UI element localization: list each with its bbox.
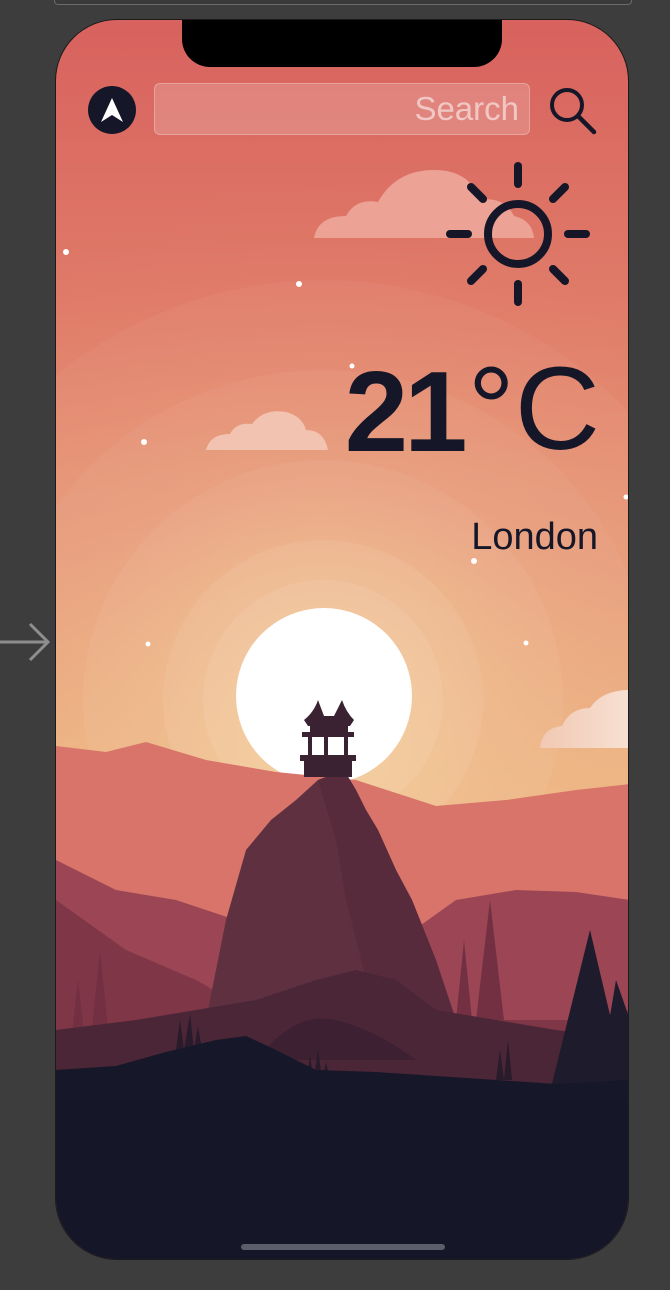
phone-screen: 21 °C London xyxy=(55,19,629,1260)
search-icon[interactable] xyxy=(546,84,598,136)
entry-point-arrow-icon xyxy=(0,622,51,662)
city-name: London xyxy=(471,516,598,558)
navigation-arrow-icon xyxy=(101,98,123,122)
window-frame-edge xyxy=(54,0,632,5)
temperature-display: 21 °C xyxy=(344,349,600,476)
sun-icon xyxy=(446,162,590,306)
temperature-value: 21 xyxy=(344,349,468,476)
location-button[interactable] xyxy=(88,86,136,134)
home-indicator[interactable] xyxy=(241,1244,445,1250)
device-notch xyxy=(182,20,502,67)
temperature-unit: °C xyxy=(467,343,600,475)
search-input[interactable] xyxy=(154,83,530,135)
